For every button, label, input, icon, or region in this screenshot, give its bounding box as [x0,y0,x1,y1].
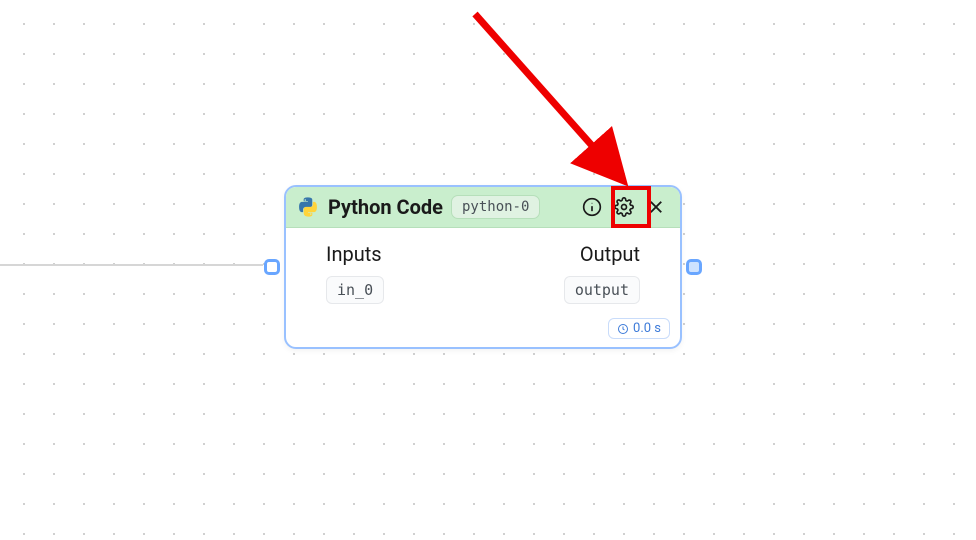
execution-time-badge: 0.0 s [608,318,670,339]
python-code-node[interactable]: Python Code python-0 [284,185,682,349]
flow-canvas[interactable]: Python Code python-0 [0,0,976,540]
inputs-column: Inputs in_0 [326,242,384,304]
input-port-handle[interactable] [264,259,280,275]
info-button[interactable] [580,195,604,219]
node-footer: 0.0 s [286,314,680,347]
settings-button[interactable] [612,195,636,219]
output-port-badge[interactable]: output [564,276,640,304]
python-icon [296,195,320,219]
close-button[interactable] [644,195,668,219]
input-port-badge[interactable]: in_0 [326,276,384,304]
execution-time-text: 0.0 s [633,321,661,336]
output-port-handle[interactable] [686,259,702,275]
node-id-badge: python-0 [451,195,540,219]
connection-edge [0,264,263,266]
output-heading: Output [580,242,640,266]
node-header[interactable]: Python Code python-0 [286,187,680,228]
node-body: Inputs in_0 Output output [286,228,680,314]
output-column: Output output [564,242,640,304]
annotation-arrow [375,4,675,194]
clock-icon [617,323,629,335]
node-title: Python Code [328,195,443,219]
inputs-heading: Inputs [326,242,384,266]
